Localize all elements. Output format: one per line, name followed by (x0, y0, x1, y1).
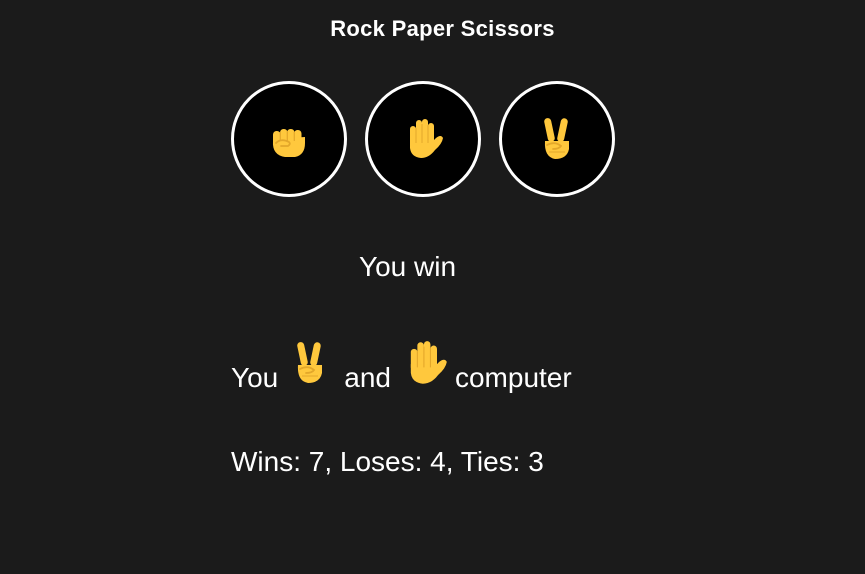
paper-button[interactable] (365, 81, 481, 197)
computer-choice-icon (401, 337, 449, 394)
and-label: and (344, 362, 391, 393)
result-text: You win (359, 251, 457, 282)
victory-hand-icon (544, 118, 569, 159)
raised-hand-icon (410, 341, 447, 384)
computer-label: computer (454, 362, 572, 393)
fist-icon (272, 129, 305, 157)
score-text: Wins: 7, Loses: 4, Ties: 3 (231, 446, 544, 477)
raised-hand-icon (410, 119, 443, 158)
player-choice-icon (290, 337, 330, 394)
victory-hand-icon (297, 342, 323, 383)
round-summary: You and computer (231, 334, 572, 394)
you-label: You (231, 362, 279, 393)
rock-button[interactable] (231, 81, 347, 197)
scissors-button[interactable] (499, 81, 615, 197)
game-title: Rock Paper Scissors (330, 16, 555, 41)
